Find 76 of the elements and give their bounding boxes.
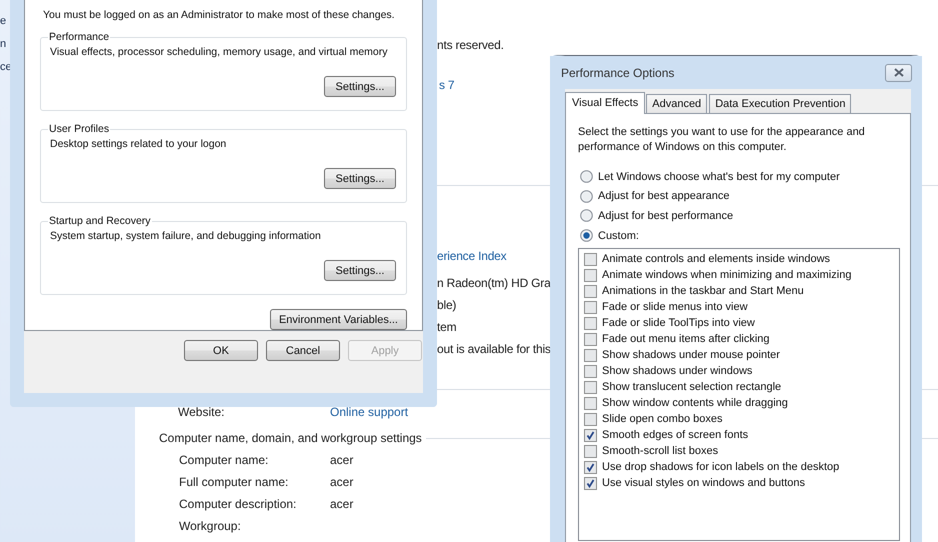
close-button[interactable] bbox=[885, 64, 912, 82]
checkbox[interactable] bbox=[584, 316, 597, 330]
checkbox-label: Fade out menu items after clicking bbox=[602, 333, 770, 346]
field-label: Workgroup: bbox=[179, 518, 242, 535]
info-text: tem bbox=[437, 319, 456, 336]
notice-text: You must be logged on as an Administrator to make most of these changes. bbox=[43, 8, 396, 23]
radio-button[interactable] bbox=[580, 209, 593, 222]
checkbox[interactable] bbox=[584, 380, 597, 394]
group-description: Desktop settings related to your logon bbox=[50, 137, 228, 152]
checkbox-label: Slide open combo boxes bbox=[602, 413, 722, 426]
checkbox[interactable] bbox=[584, 300, 597, 314]
group-description: Visual effects, processor scheduling, memory usage, and virtual memory bbox=[50, 45, 389, 60]
checkbox-label: Use drop shadows for icon labels on the desktop bbox=[602, 461, 840, 474]
checkbox-label: Fade or slide menus into view bbox=[602, 301, 748, 314]
option-label: Adjust for best performance bbox=[598, 210, 734, 222]
radio-button[interactable] bbox=[580, 170, 593, 184]
checkbox-label: Animate windows when minimizing and maximizing bbox=[602, 269, 852, 282]
radio-button[interactable] bbox=[580, 190, 593, 203]
settings-button[interactable]: Settings... bbox=[324, 76, 396, 97]
settings-button[interactable]: Settings... bbox=[324, 168, 396, 189]
link[interactable]: erience Index bbox=[437, 246, 506, 266]
checkbox[interactable] bbox=[584, 348, 597, 362]
checkbox-label: Show shadows under windows bbox=[602, 365, 752, 378]
settings-button[interactable]: Settings... bbox=[324, 260, 396, 281]
checkbox-label: Animate controls and elements inside windows bbox=[602, 253, 830, 266]
checkbox[interactable] bbox=[584, 476, 597, 490]
group-title: Performance bbox=[48, 31, 110, 43]
intro-text: Select the settings you want to use for the appearance and performance of Windows on this computer. bbox=[578, 125, 866, 155]
checkbox-label: Show window contents while dragging bbox=[602, 397, 788, 410]
sidebar-link[interactable]: e bbox=[0, 10, 6, 33]
group-description: System startup, system failure, and debugging information bbox=[50, 229, 322, 244]
field-label: Computer name: bbox=[179, 452, 270, 469]
close-icon bbox=[894, 68, 904, 77]
field-value: acer bbox=[330, 496, 354, 513]
field-value: acer bbox=[330, 474, 354, 491]
tab[interactable]: Visual Effects bbox=[565, 92, 646, 114]
checkbox[interactable] bbox=[584, 460, 597, 474]
info-text: nts reserved. bbox=[437, 37, 504, 54]
checkbox-label: Use visual styles on windows and buttons bbox=[602, 477, 805, 490]
field-label: Computer description: bbox=[179, 496, 298, 513]
option-label: Custom: bbox=[598, 230, 639, 242]
tab[interactable]: Advanced bbox=[646, 94, 708, 113]
info-text: out is available for this bbox=[437, 341, 551, 358]
checkbox[interactable] bbox=[584, 268, 597, 282]
info-text: ble) bbox=[437, 297, 456, 314]
checkbox-label: Smooth edges of screen fonts bbox=[602, 429, 748, 442]
group-title: Startup and Recovery bbox=[48, 215, 152, 227]
field-label: Website: bbox=[178, 404, 226, 421]
sidebar-link[interactable]: n bbox=[0, 33, 6, 56]
link[interactable]: s 7 bbox=[439, 75, 454, 95]
checkbox-label: Fade or slide ToolTips into view bbox=[602, 317, 755, 330]
checkbox-label: Show translucent selection rectangle bbox=[602, 381, 782, 394]
field-label: Full computer name: bbox=[179, 474, 290, 491]
checkbox[interactable] bbox=[584, 332, 597, 346]
checkbox[interactable] bbox=[584, 252, 597, 266]
checkbox[interactable] bbox=[584, 396, 597, 410]
checkbox[interactable] bbox=[584, 364, 597, 378]
option-label: Let Windows choose what's best for my computer bbox=[598, 170, 840, 183]
checkbox[interactable] bbox=[584, 412, 597, 426]
dialog-button[interactable]: Cancel bbox=[266, 340, 340, 361]
info-text: n Radeon(tm) HD Gra bbox=[437, 275, 551, 292]
checkbox[interactable] bbox=[584, 284, 597, 298]
checkbox[interactable] bbox=[584, 428, 597, 442]
group-title: User Profiles bbox=[48, 123, 110, 135]
tab[interactable]: Data Execution Prevention bbox=[709, 94, 852, 113]
checkbox-label: Show shadows under mouse pointer bbox=[602, 349, 780, 362]
dialog-button[interactable]: OK bbox=[184, 340, 258, 361]
checkbox-label: Animations in the taskbar and Start Menu bbox=[602, 285, 804, 298]
checkbox-label: Smooth-scroll list boxes bbox=[602, 445, 718, 458]
environment-variables-button[interactable]: Environment Variables... bbox=[270, 309, 407, 330]
window-title: Performance Options bbox=[561, 66, 674, 80]
option-label: Adjust for best appearance bbox=[598, 190, 730, 202]
checkbox[interactable] bbox=[584, 444, 597, 458]
radio-button[interactable] bbox=[580, 229, 593, 242]
field-value: acer bbox=[330, 452, 354, 469]
section-title: Computer name, domain, and workgroup settings bbox=[159, 430, 422, 447]
